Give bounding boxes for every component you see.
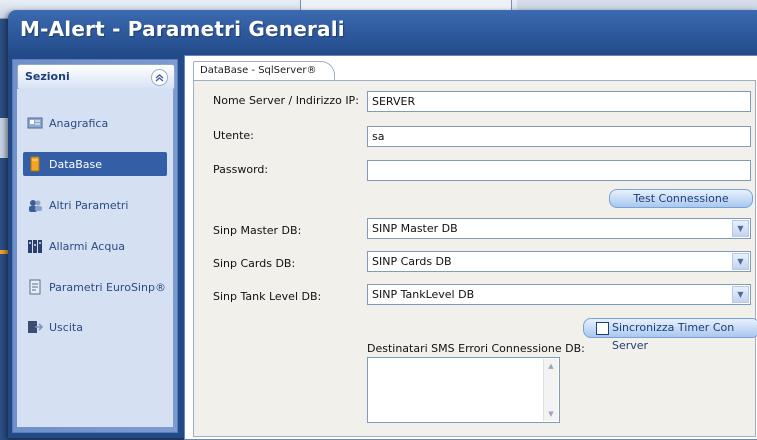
scroll-down-icon[interactable]: ▼ — [545, 408, 557, 420]
sidebar-item-allarmi-acqua[interactable]: Allarmi Acqua — [23, 234, 167, 258]
window-title: M-Alert - Parametri Generali — [20, 17, 345, 41]
scrollbar[interactable]: ▲ ▼ — [543, 359, 558, 421]
sync-timer-checkbox[interactable]: Sincronizza Timer Con Server — [583, 318, 757, 352]
document-icon — [29, 279, 41, 295]
sidebar-item-label: Anagrafica — [49, 116, 109, 130]
tank-db-label: Sinp Tank Level DB: — [213, 290, 322, 303]
user-input[interactable]: sa — [367, 126, 751, 147]
sidebar-item-parametri-eurosinp[interactable]: Parametri EuroSinp® — [23, 275, 167, 299]
cards-db-value: SINP Cards DB — [372, 255, 452, 268]
server-label: Nome Server / Indirizzo IP: — [213, 94, 359, 107]
card-icon — [27, 117, 43, 129]
sidebar-item-label: DataBase — [49, 157, 103, 171]
sidebar-item-label: Parametri EuroSinp® — [49, 280, 166, 294]
chevron-down-icon[interactable]: ▼ — [732, 220, 749, 237]
cards-db-label: Sinp Cards DB: — [213, 257, 296, 270]
test-connection-button[interactable]: Test Connessione — [609, 189, 753, 208]
sidebar-item-label: Uscita — [49, 320, 83, 334]
sidebar-item-label: Allarmi Acqua — [49, 239, 126, 253]
database-icon — [30, 156, 40, 172]
main-window: M-Alert - Parametri Generali Sezioni Ana… — [8, 10, 757, 440]
master-db-label: Sinp Master DB: — [213, 224, 302, 237]
sidebar-header[interactable]: Sezioni — [17, 64, 175, 90]
tab-database-sqlserver[interactable]: DataBase - SqlServer® — [193, 61, 336, 81]
user-label: Utente: — [213, 129, 254, 142]
sidebar-item-altri-parametri[interactable]: Altri Parametri — [23, 193, 167, 217]
users-icon — [29, 200, 42, 212]
sms-recipients-textarea[interactable]: ▲ ▼ — [367, 357, 560, 423]
sidebar-item-database[interactable]: DataBase — [23, 152, 167, 176]
sidebar-item-anagrafica[interactable]: Anagrafica — [23, 111, 167, 135]
chevron-down-icon[interactable]: ▼ — [732, 286, 749, 303]
tank-db-value: SINP TankLevel DB — [372, 288, 475, 301]
sync-timer-label: Sincronizza Timer Con Server — [612, 321, 735, 352]
collapse-icon[interactable] — [151, 69, 168, 86]
sidebar-header-label: Sezioni — [25, 70, 70, 83]
master-db-select[interactable]: SINP Master DB ▼ — [367, 218, 751, 239]
chevron-down-icon[interactable]: ▼ — [732, 253, 749, 270]
sidebar-item-uscita[interactable]: Uscita — [23, 315, 167, 339]
exit-icon — [28, 321, 43, 333]
scroll-up-icon[interactable]: ▲ — [545, 360, 557, 372]
sidebar-item-label: Altri Parametri — [49, 198, 129, 212]
server-input[interactable]: SERVER — [367, 91, 751, 112]
sidebar-nav: Anagrafica DataBase Altri Parametri Alla… — [17, 89, 173, 427]
tank-db-select[interactable]: SINP TankLevel DB ▼ — [367, 284, 751, 305]
password-input[interactable] — [367, 160, 751, 181]
tab-page: Nome Server / Indirizzo IP: SERVER Utent… — [193, 80, 757, 437]
master-db-value: SINP Master DB — [372, 222, 458, 235]
checkbox-icon[interactable] — [596, 322, 609, 335]
sidebar: Sezioni Anagrafica DataBase Altri Parame… — [12, 59, 178, 433]
sms-recipients-label: Destinatari SMS Errori Connessione DB: — [367, 342, 585, 355]
password-label: Password: — [213, 163, 269, 176]
water-alarm-icon — [28, 240, 42, 253]
cards-db-select[interactable]: SINP Cards DB ▼ — [367, 251, 751, 272]
content-panel: DataBase - SqlServer® Nome Server / Indi… — [184, 55, 757, 440]
